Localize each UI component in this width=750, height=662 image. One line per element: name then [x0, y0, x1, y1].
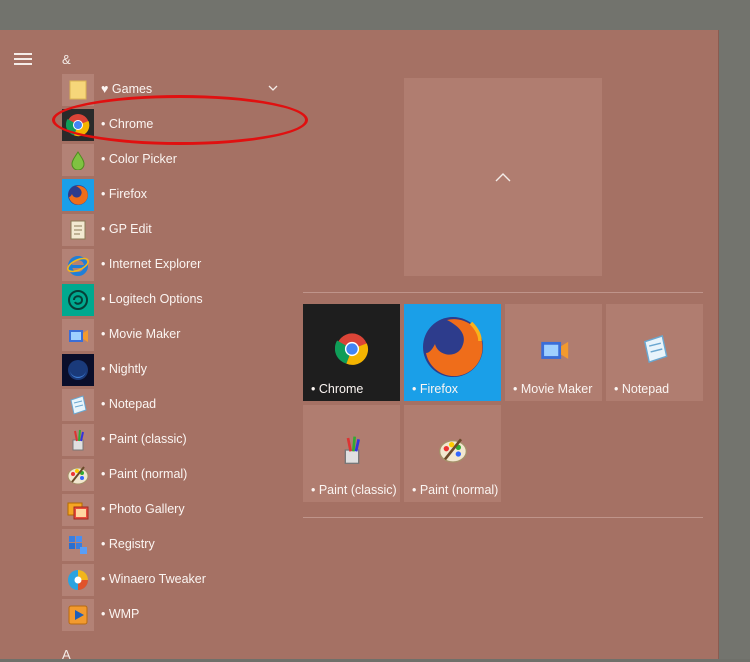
start-menu: & A ♥ Games • Chrome • Color Picker • Fi…: [0, 30, 719, 662]
chevron-up-icon: [495, 173, 511, 182]
app-list-item-games[interactable]: ♥ Games: [62, 74, 287, 106]
app-list-item-label: • Logitech Options: [101, 292, 203, 306]
app-list-item-winaero-tweaker[interactable]: • Winaero Tweaker: [62, 564, 287, 596]
tile-label: • Paint (classic): [311, 483, 397, 497]
tile-firefox[interactable]: • Firefox: [404, 304, 501, 401]
desktop-background-right: [718, 30, 750, 659]
app-list-item-paint-normal[interactable]: • Paint (normal): [62, 459, 287, 491]
app-list-item-label: • Firefox: [101, 187, 148, 201]
tile-label: • Firefox: [412, 382, 459, 396]
wmp-icon: [62, 599, 94, 631]
section-header-a[interactable]: A: [62, 647, 71, 662]
app-list-item-paint-classic[interactable]: • Paint (classic): [62, 424, 287, 456]
winaero-icon: [62, 564, 94, 596]
logitech-icon: [62, 284, 94, 316]
app-list-item-gp-edit[interactable]: • GP Edit: [62, 214, 287, 246]
gpedit-icon: [62, 214, 94, 246]
section-header-ampersand[interactable]: &: [62, 52, 71, 67]
registry-icon: [62, 529, 94, 561]
group-divider: [303, 292, 703, 293]
app-list-item-label: • Movie Maker: [101, 327, 181, 341]
app-list-item-photo-gallery[interactable]: • Photo Gallery: [62, 494, 287, 526]
tile-label: • Chrome: [311, 382, 364, 396]
app-list-item-internet-explorer[interactable]: • Internet Explorer: [62, 249, 287, 281]
tile-label: • Paint (normal): [412, 483, 499, 497]
tile-notepad[interactable]: • Notepad: [606, 304, 703, 401]
chevron-down-icon[interactable]: [267, 82, 279, 94]
notepad-icon: [643, 334, 667, 363]
chrome-icon: [62, 109, 94, 141]
tile-chrome[interactable]: • Chrome: [303, 304, 400, 401]
collapsed-group-tile[interactable]: [404, 78, 602, 276]
movie-maker-icon: [62, 319, 94, 351]
hamburger-menu-icon[interactable]: [14, 52, 32, 66]
app-list-item-wmp[interactable]: • WMP: [62, 599, 287, 631]
chrome-icon: [334, 333, 368, 365]
app-list-item-label: • Chrome: [101, 117, 154, 131]
firefox-icon: [62, 179, 94, 211]
folder-icon: [62, 74, 94, 106]
app-list-item-label: • Paint (classic): [101, 432, 187, 446]
app-list-item-label: • GP Edit: [101, 222, 152, 236]
paint-normal-icon: [62, 459, 94, 491]
app-list-item-label: • Registry: [101, 537, 155, 551]
movie-maker-icon: [540, 341, 568, 359]
app-list-item-movie-maker[interactable]: • Movie Maker: [62, 319, 287, 351]
app-list-item-logitech-options[interactable]: • Logitech Options: [62, 284, 287, 316]
app-list-item-label: • Notepad: [101, 397, 157, 411]
app-list-item-label: • Winaero Tweaker: [101, 572, 206, 586]
paint-normal-icon: [438, 438, 467, 463]
app-list-item-nightly[interactable]: • Nightly: [62, 354, 287, 386]
app-list-item-firefox[interactable]: • Firefox: [62, 179, 287, 211]
app-list-item-label: ♥ Games: [101, 82, 153, 96]
tile-movie-maker[interactable]: • Movie Maker: [505, 304, 602, 401]
app-list-item-chrome[interactable]: • Chrome: [62, 109, 287, 141]
app-list-item-label: • Paint (normal): [101, 467, 188, 481]
group-divider: [303, 517, 703, 518]
nightly-icon: [62, 354, 94, 386]
tile-label: • Movie Maker: [513, 382, 593, 396]
paint-classic-icon: [344, 436, 360, 464]
firefox-icon: [422, 316, 483, 377]
internet-explorer-icon: [62, 249, 94, 281]
app-list-item-label: • Photo Gallery: [101, 502, 185, 516]
app-list-item-notepad[interactable]: • Notepad: [62, 389, 287, 421]
tile-paint-classic[interactable]: • Paint (classic): [303, 405, 400, 502]
app-list-item-label: • Nightly: [101, 362, 148, 376]
app-list-item-color-picker[interactable]: • Color Picker: [62, 144, 287, 176]
desktop-background-top: [0, 0, 750, 30]
color-picker-icon: [62, 144, 94, 176]
app-list-item-label: • WMP: [101, 607, 140, 621]
photo-gallery-icon: [62, 494, 94, 526]
paint-classic-icon: [62, 424, 94, 456]
tile-label: • Notepad: [614, 382, 670, 396]
app-list-item-label: • Internet Explorer: [101, 257, 202, 271]
notepad-icon: [62, 389, 94, 421]
tile-paint-normal[interactable]: • Paint (normal): [404, 405, 501, 502]
app-list-item-label: • Color Picker: [101, 152, 177, 166]
app-list-item-registry[interactable]: • Registry: [62, 529, 287, 561]
